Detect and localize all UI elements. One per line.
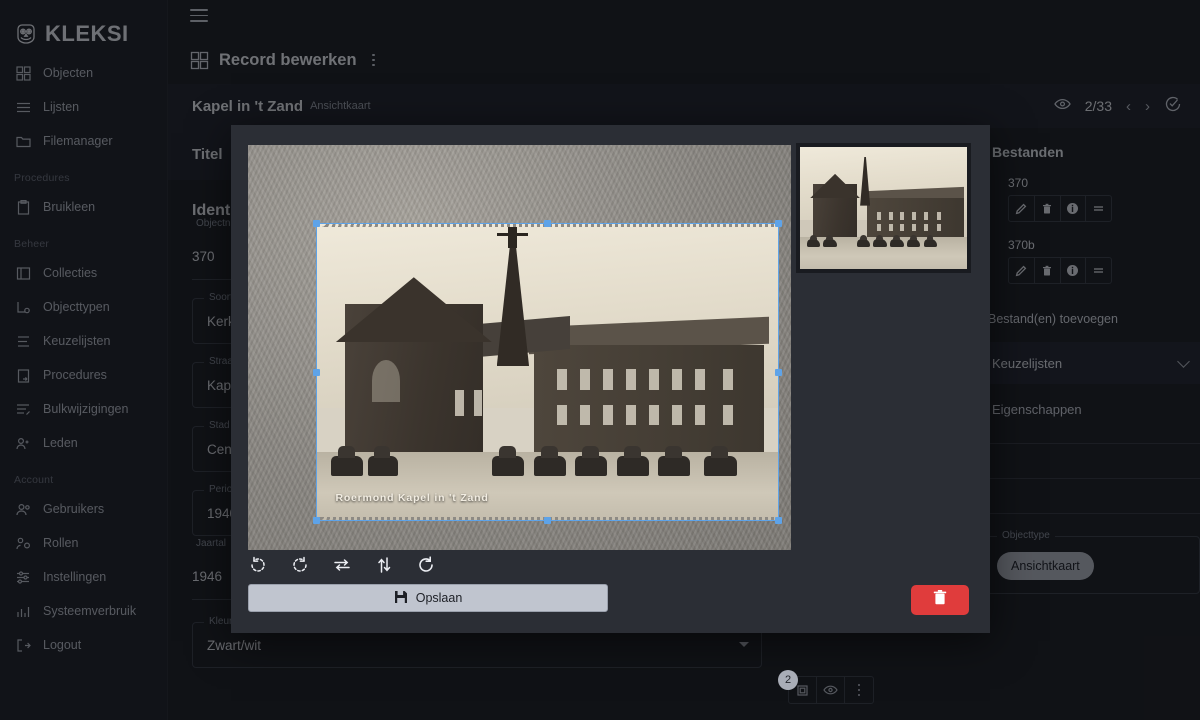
image-thumbnail[interactable]: [796, 143, 971, 273]
crop-handle-middle-left[interactable]: [313, 369, 320, 376]
crop-handle-middle-right[interactable]: [775, 369, 782, 376]
thumbnail-preview: [800, 147, 967, 269]
save-button[interactable]: Opslaan: [248, 584, 608, 612]
crop-handle-bottom-left[interactable]: [313, 517, 320, 524]
crop-handle-top-right[interactable]: [775, 220, 782, 227]
flip-horizontal-icon[interactable]: [332, 555, 354, 577]
delete-button[interactable]: [911, 585, 969, 615]
crop-handle-bottom-right[interactable]: [775, 517, 782, 524]
crop-handle-top-center[interactable]: [544, 220, 551, 227]
crop-handle-top-left[interactable]: [313, 220, 320, 227]
reset-icon[interactable]: [416, 555, 438, 577]
flip-vertical-icon[interactable]: [374, 555, 396, 577]
image-crop-modal: Roermond Kapel in 't Zand: [231, 125, 990, 633]
rotation-toolbar: [248, 555, 438, 577]
app-root: KLEKSI Objecten Lijsten Filemanager Proc…: [0, 0, 1200, 720]
file-count-badge: 2: [778, 670, 798, 690]
floppy-disk-icon: [394, 590, 408, 607]
save-button-label: Opslaan: [416, 591, 463, 605]
trash-icon: [932, 589, 948, 611]
crop-handle-bottom-center[interactable]: [544, 517, 551, 524]
postcard-image: Roermond Kapel in 't Zand: [317, 224, 778, 520]
crop-canvas[interactable]: Roermond Kapel in 't Zand: [248, 145, 791, 550]
crop-selection[interactable]: Roermond Kapel in 't Zand: [316, 223, 779, 521]
postcard-caption: Roermond Kapel in 't Zand: [335, 492, 488, 504]
rotate-left-icon[interactable]: [248, 555, 270, 577]
rotate-right-icon[interactable]: [290, 555, 312, 577]
